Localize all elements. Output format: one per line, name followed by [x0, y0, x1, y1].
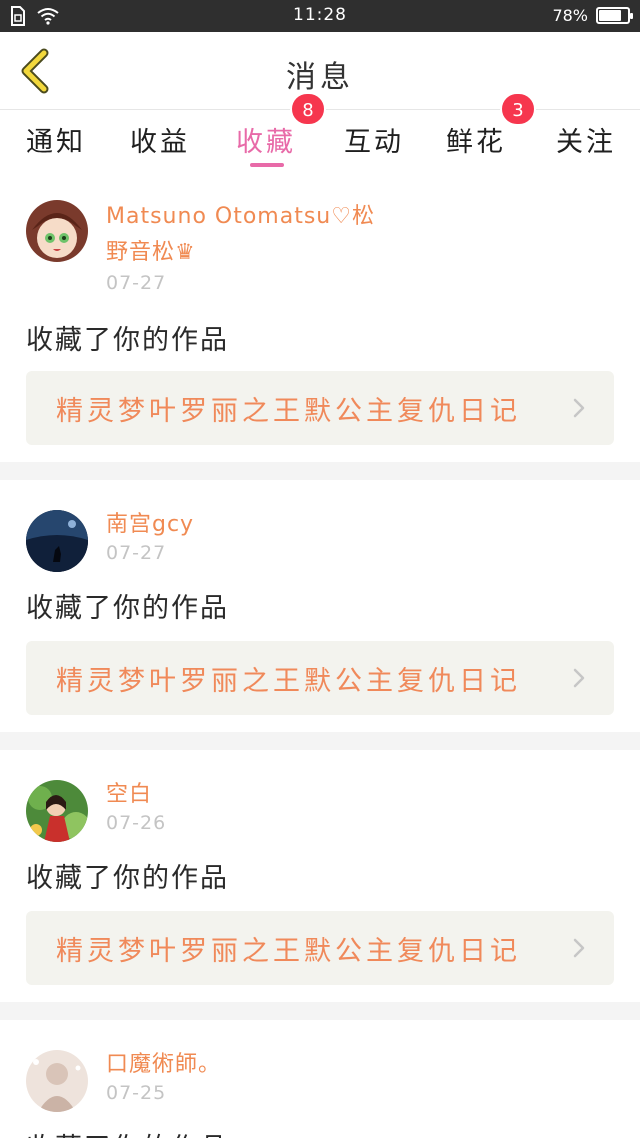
- work-title: 精灵梦叶罗丽之王默公主复仇日记: [56, 666, 521, 697]
- list-item: 口魔術師。 07-25 收藏了你的作品: [0, 1020, 640, 1138]
- status-bar: 11:28 78%: [0, 0, 640, 32]
- flowers-badge: 3: [500, 92, 536, 126]
- username[interactable]: Matsuno Otomatsu♡松: [106, 200, 375, 234]
- action-text: 收藏了你的作品: [26, 593, 229, 624]
- battery-percent: 78%: [552, 6, 588, 25]
- timestamp: 07-27: [106, 542, 167, 564]
- username-text: 野音松: [106, 240, 176, 265]
- notification-list: Matsuno Otomatsu♡松 野音松♛ 07-27 收藏了你的作品 精灵…: [0, 170, 640, 1138]
- timestamp: 07-26: [106, 812, 167, 834]
- page-title: 消息: [286, 60, 354, 95]
- username[interactable]: 空白: [106, 778, 152, 812]
- work-title: 精灵梦叶罗丽之王默公主复仇日记: [56, 936, 521, 967]
- chevron-right-icon: [573, 938, 585, 958]
- username[interactable]: 南宫gcy: [106, 508, 194, 542]
- tab-flowers[interactable]: 鲜花: [446, 120, 506, 159]
- battery-level: [599, 10, 621, 21]
- work-link[interactable]: 精灵梦叶罗丽之王默公主复仇日记: [26, 641, 614, 715]
- tab-favorites[interactable]: 收藏: [236, 120, 296, 159]
- favorites-badge: 8: [290, 92, 326, 126]
- action-text: 收藏了你的作品: [26, 1126, 229, 1138]
- tab-active-indicator: [250, 163, 284, 167]
- action-text: 收藏了你的作品: [26, 863, 229, 894]
- status-time: 11:28: [293, 5, 347, 25]
- avatar[interactable]: [26, 200, 88, 262]
- action-text: 收藏了你的作品: [26, 325, 229, 356]
- timestamp: 07-25: [106, 1082, 167, 1104]
- work-link[interactable]: 精灵梦叶罗丽之王默公主复仇日记: [26, 371, 614, 445]
- tab-follow[interactable]: 关注: [556, 120, 616, 159]
- timestamp: 07-27: [106, 272, 167, 294]
- chevron-right-icon: [573, 668, 585, 688]
- username-line2[interactable]: 野音松♛: [106, 236, 196, 270]
- tab-notifications[interactable]: 通知: [26, 120, 86, 159]
- status-icons-right: 78%: [552, 6, 633, 25]
- tab-interactions[interactable]: 互动: [344, 120, 404, 159]
- list-item: Matsuno Otomatsu♡松 野音松♛ 07-27 收藏了你的作品 精灵…: [0, 170, 640, 462]
- crown-icon: ♛: [175, 240, 196, 265]
- tab-earnings[interactable]: 收益: [130, 120, 190, 159]
- avatar[interactable]: [26, 510, 88, 572]
- username[interactable]: 口魔術師。: [106, 1048, 221, 1082]
- avatar[interactable]: [26, 780, 88, 842]
- chevron-right-icon: [573, 398, 585, 418]
- battery-icon: [596, 7, 633, 24]
- list-item: 南宫gcy 07-27 收藏了你的作品 精灵梦叶罗丽之王默公主复仇日记: [0, 480, 640, 732]
- work-link[interactable]: 精灵梦叶罗丽之王默公主复仇日记: [26, 911, 614, 985]
- list-item: 空白 07-26 收藏了你的作品 精灵梦叶罗丽之王默公主复仇日记: [0, 750, 640, 1002]
- avatar[interactable]: [26, 1050, 88, 1112]
- work-title: 精灵梦叶罗丽之王默公主复仇日记: [56, 396, 521, 427]
